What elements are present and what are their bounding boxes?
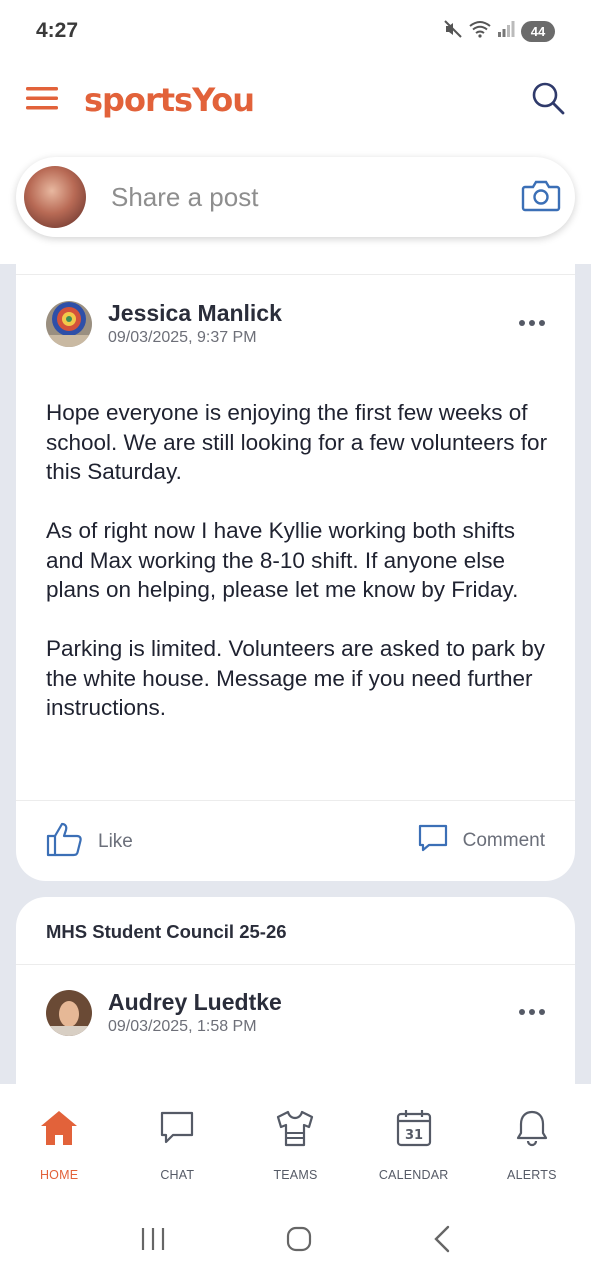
- nav-label: HOME: [39, 1168, 79, 1182]
- like-label: Like: [98, 830, 133, 852]
- app-logo: sportsYou: [84, 81, 255, 119]
- dot: [539, 320, 545, 326]
- status-time: 4:27: [36, 19, 79, 42]
- post-paragraph: Parking is limited. Volunteers are asked…: [46, 636, 545, 720]
- thumbs-up-icon: [46, 821, 84, 862]
- post-date: 09/03/2025, 9:37 PM: [108, 329, 257, 346]
- home-button-icon[interactable]: [285, 1225, 313, 1258]
- calendar-icon: 31: [396, 1108, 432, 1148]
- divider: [16, 274, 575, 275]
- nav-label: CHAT: [160, 1168, 195, 1182]
- dot: [529, 320, 535, 326]
- app-header: sportsYou: [0, 62, 591, 138]
- status-bar: 4:27 44: [0, 0, 591, 62]
- signal-icon: [497, 20, 515, 43]
- bell-icon: [515, 1108, 549, 1148]
- dot: [519, 1009, 525, 1015]
- nav-alerts[interactable]: ALERTS: [482, 1108, 582, 1202]
- nav-teams[interactable]: TEAMS: [245, 1108, 345, 1202]
- battery-indicator: 44: [521, 20, 555, 42]
- status-icons: 44: [443, 19, 555, 44]
- system-nav-bar: [0, 1202, 591, 1280]
- post-date: 09/03/2025, 1:58 PM: [108, 1018, 257, 1035]
- post-card: MHS Student Council 25-26 Audrey Luedtke…: [16, 897, 575, 1084]
- nav-label: TEAMS: [273, 1168, 318, 1182]
- dot: [539, 1009, 545, 1015]
- jersey-icon: [275, 1108, 315, 1148]
- post-paragraph: Hope everyone is enjoying the first few …: [46, 400, 548, 484]
- wifi-icon: [469, 20, 491, 43]
- group-name[interactable]: MHS Student Council 25-26: [46, 921, 287, 943]
- camera-icon[interactable]: [521, 178, 561, 217]
- nav-home[interactable]: HOME: [9, 1108, 109, 1202]
- dot: [529, 1009, 535, 1015]
- mute-icon: [443, 19, 463, 44]
- chat-icon: [159, 1108, 195, 1148]
- bottom-nav: HOME CHAT TEAMS 31 CALENDAR ALERTS: [0, 1084, 591, 1202]
- author-info: Audrey Luedtke 09/03/2025, 1:58 PM: [108, 989, 282, 1036]
- post-composer[interactable]: Share a post: [16, 157, 575, 237]
- nav-calendar[interactable]: 31 CALENDAR: [364, 1108, 464, 1202]
- nav-label: CALENDAR: [378, 1168, 449, 1182]
- more-options-button[interactable]: [519, 320, 545, 326]
- like-button[interactable]: Like: [46, 821, 133, 862]
- author-info: Jessica Manlick 09/03/2025, 9:37 PM: [108, 300, 282, 347]
- divider: [16, 800, 575, 801]
- feed[interactable]: Jessica Manlick 09/03/2025, 9:37 PM Hope…: [0, 264, 591, 1084]
- recent-apps-icon[interactable]: [139, 1226, 167, 1257]
- author-name[interactable]: Jessica Manlick: [108, 300, 282, 327]
- author-avatar[interactable]: [46, 989, 92, 1036]
- share-post-input[interactable]: Share a post: [111, 182, 521, 213]
- post-header: Jessica Manlick 09/03/2025, 9:37 PM: [46, 300, 282, 347]
- search-icon[interactable]: [531, 81, 565, 120]
- back-icon[interactable]: [432, 1225, 452, 1258]
- comment-icon: [417, 823, 449, 858]
- current-user-avatar: [24, 166, 86, 228]
- author-avatar[interactable]: [46, 300, 92, 347]
- post-card: Jessica Manlick 09/03/2025, 9:37 PM Hope…: [16, 264, 575, 881]
- dot: [519, 320, 525, 326]
- comment-button[interactable]: Comment: [417, 823, 545, 858]
- svg-text:31: 31: [405, 1128, 423, 1143]
- author-name[interactable]: Audrey Luedtke: [108, 989, 282, 1016]
- comment-label: Comment: [462, 829, 545, 851]
- post-paragraph: As of right now I have Kyllie working bo…: [46, 518, 519, 602]
- post-body: Hope everyone is enjoying the first few …: [46, 398, 551, 752]
- home-icon: [39, 1108, 79, 1148]
- header-left: sportsYou: [26, 81, 255, 119]
- nav-label: ALERTS: [507, 1168, 557, 1182]
- menu-icon[interactable]: [26, 86, 58, 115]
- post-header: Audrey Luedtke 09/03/2025, 1:58 PM: [46, 989, 282, 1036]
- more-options-button[interactable]: [519, 1009, 545, 1015]
- divider: [16, 964, 575, 965]
- nav-chat[interactable]: CHAT: [127, 1108, 227, 1202]
